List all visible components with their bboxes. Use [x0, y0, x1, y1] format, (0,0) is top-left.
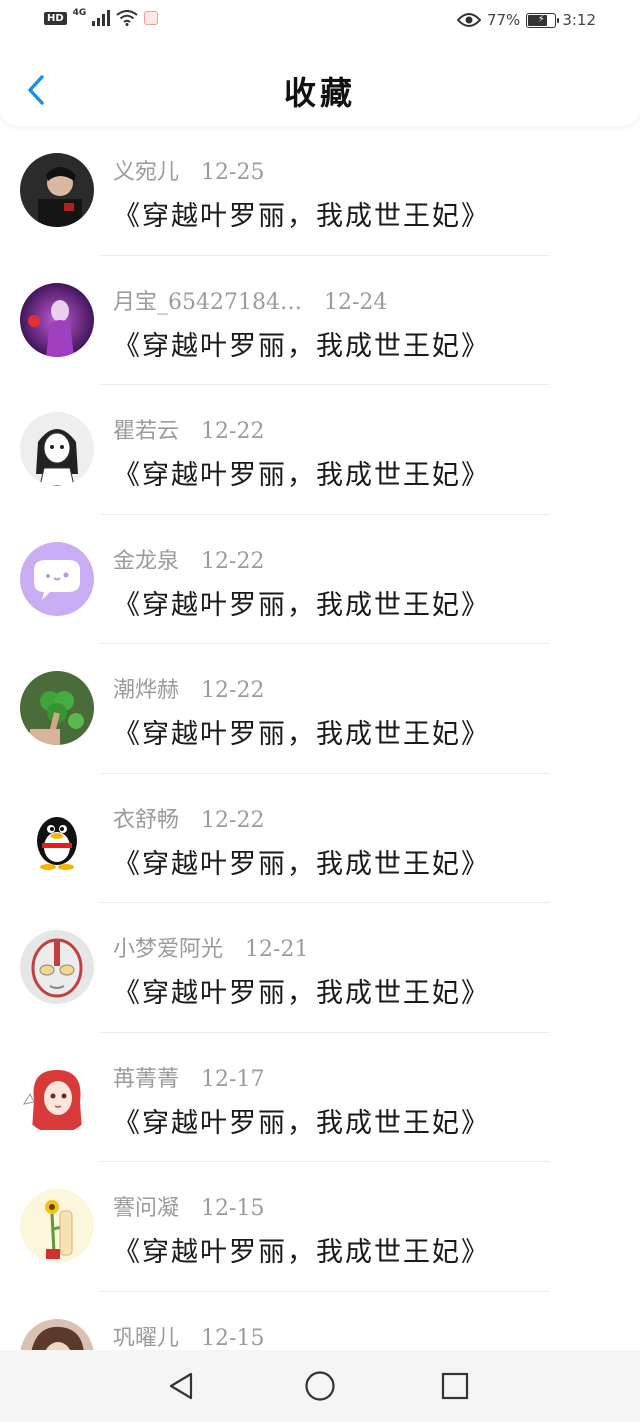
- book-title[interactable]: 《穿越叶罗丽，我成世王妃》: [113, 1101, 490, 1140]
- list-item[interactable]: 义宛儿 12-25 《穿越叶罗丽，我成世王妃》: [0, 126, 640, 256]
- item-date: 12-22: [201, 419, 265, 444]
- avatar[interactable]: [20, 930, 94, 1004]
- list-item[interactable]: 小梦爱阿光 12-21 《穿越叶罗丽，我成世王妃》: [0, 903, 640, 1033]
- nav-home-button[interactable]: [302, 1368, 338, 1404]
- book-title[interactable]: 《穿越叶罗丽，我成世王妃》: [113, 583, 490, 622]
- book-title[interactable]: 《穿越叶罗丽，我成世王妃》: [113, 194, 490, 233]
- list-item[interactable]: 謇问凝 12-15 《穿越叶罗丽，我成世王妃》: [0, 1162, 640, 1292]
- wifi-icon: [116, 10, 138, 26]
- item-date: 12-21: [245, 937, 309, 962]
- item-meta: 义宛儿 12-25: [113, 154, 264, 186]
- avatar[interactable]: [20, 1059, 94, 1134]
- header: 收藏: [0, 44, 640, 126]
- avatar[interactable]: [20, 800, 94, 875]
- item-date: 12-24: [323, 289, 388, 315]
- list-item[interactable]: 苒菁菁 12-17 《穿越叶罗丽，我成世王妃》: [0, 1033, 640, 1162]
- user-name: 瞿若云: [113, 419, 180, 444]
- user-name: 苒菁菁: [113, 1066, 180, 1092]
- battery-percent: 77%: [486, 11, 521, 29]
- item-meta: 月宝_65427184… 12-24: [113, 284, 387, 316]
- item-date: 12-22: [201, 548, 265, 574]
- book-title[interactable]: 《穿越叶罗丽，我成世王妃》: [113, 1230, 490, 1269]
- signal-icon: [92, 10, 111, 26]
- user-name: 巩曜儿: [113, 1325, 180, 1351]
- item-date: 12-15: [201, 1196, 265, 1221]
- page-title: 收藏: [283, 74, 356, 112]
- hd-badge: HD: [44, 11, 67, 25]
- avatar[interactable]: [20, 282, 94, 357]
- avatar[interactable]: [20, 153, 94, 227]
- avatar[interactable]: [20, 412, 94, 486]
- item-meta: 巩曜儿 12-15: [113, 1320, 264, 1352]
- book-title[interactable]: 《穿越叶罗丽，我成世王妃》: [113, 324, 490, 363]
- item-meta: 金龙泉 12-22: [113, 543, 264, 575]
- battery-icon: ⚡: [526, 12, 560, 28]
- item-date: 12-15: [201, 1325, 265, 1351]
- triangle-back-icon: [169, 1372, 193, 1400]
- system-nav-bar: [0, 1350, 640, 1422]
- item-date: 12-22: [201, 807, 265, 833]
- user-name: 金龙泉: [113, 548, 180, 574]
- list-item[interactable]: 瞿若云 12-22 《穿越叶罗丽，我成世王妃》: [0, 385, 640, 515]
- favorites-list: 义宛儿 12-25 《穿越叶罗丽，我成世王妃》 月宝_65427184… 12-24…: [0, 126, 640, 1421]
- avatar[interactable]: [20, 541, 94, 616]
- book-title[interactable]: 《穿越叶罗丽，我成世王妃》: [113, 971, 490, 1010]
- user-name: 月宝_65427184…: [113, 289, 302, 315]
- book-title[interactable]: 《穿越叶罗丽，我成世王妃》: [113, 842, 490, 881]
- clock: 3:12: [562, 11, 596, 29]
- avatar[interactable]: [20, 671, 94, 745]
- list-item[interactable]: 衣舒畅 12-22 《穿越叶罗丽，我成世王妃》: [0, 774, 640, 903]
- network-type: 4G: [72, 8, 87, 18]
- user-name: 謇问凝: [113, 1196, 180, 1221]
- item-meta: 苒菁菁 12-17: [113, 1061, 264, 1093]
- item-meta: 潮烨赫 12-22: [113, 672, 264, 704]
- item-date: 12-17: [201, 1066, 265, 1092]
- circle-home-icon: [305, 1371, 335, 1401]
- list-item[interactable]: 月宝_65427184… 12-24 《穿越叶罗丽，我成世王妃》: [0, 256, 640, 385]
- user-name: 衣舒畅: [113, 807, 180, 833]
- user-name: 小梦爱阿光: [113, 937, 224, 962]
- avatar[interactable]: [20, 1189, 94, 1263]
- user-name: 义宛儿: [113, 160, 180, 185]
- item-meta: 小梦爱阿光 12-21: [113, 931, 308, 963]
- book-title[interactable]: 《穿越叶罗丽，我成世王妃》: [113, 712, 490, 751]
- item-date: 12-22: [201, 678, 265, 703]
- list-item[interactable]: 金龙泉 12-22 《穿越叶罗丽，我成世王妃》: [0, 515, 640, 644]
- item-meta: 謇问凝 12-15: [113, 1190, 264, 1222]
- user-name: 潮烨赫: [113, 678, 180, 703]
- status-bar: HD 4G 77% ⚡ 3:12: [0, 0, 640, 44]
- square-recents-icon: [441, 1372, 469, 1400]
- app-notification-icon: [144, 11, 159, 25]
- item-meta: 衣舒畅 12-22: [113, 802, 264, 834]
- item-date: 12-25: [201, 160, 265, 185]
- nav-back-button[interactable]: [164, 1368, 200, 1404]
- list-item[interactable]: 潮烨赫 12-22 《穿越叶罗丽，我成世王妃》: [0, 644, 640, 774]
- book-title[interactable]: 《穿越叶罗丽，我成世王妃》: [113, 453, 490, 492]
- nav-recents-button[interactable]: [437, 1368, 473, 1404]
- eye-comfort-icon: [456, 12, 481, 28]
- item-meta: 瞿若云 12-22: [113, 413, 264, 445]
